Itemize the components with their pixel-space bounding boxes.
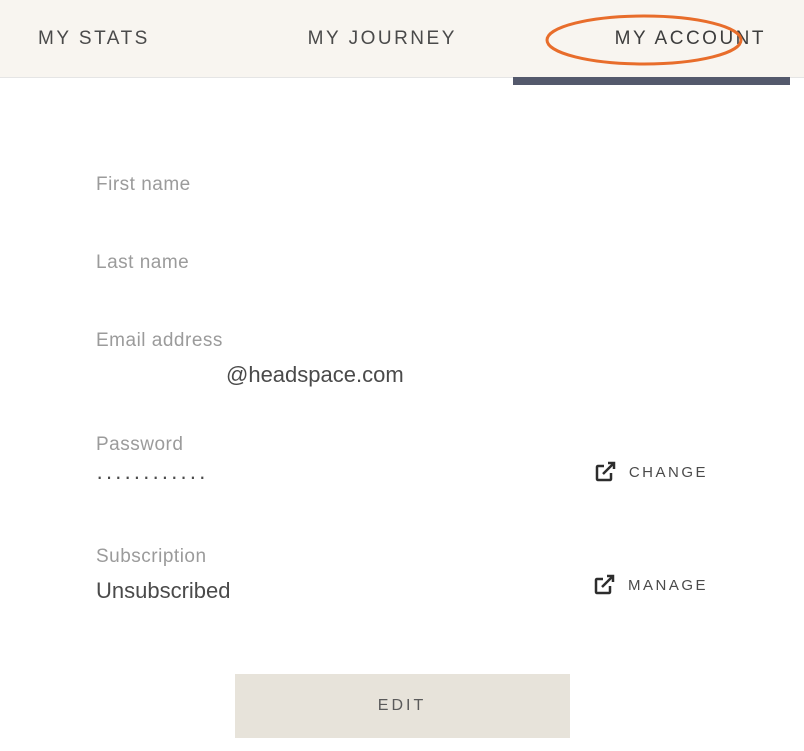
tab-my-account[interactable]: MY ACCOUNT <box>615 28 766 50</box>
top-tabs-nav: MY STATS MY JOURNEY MY ACCOUNT <box>0 0 804 78</box>
field-subscription: Subscription Unsubscribed MANAGE <box>96 546 708 604</box>
manage-label: MANAGE <box>628 577 708 594</box>
account-form: First name Last name Email address @head… <box>0 78 804 738</box>
last-name-label: Last name <box>96 252 708 274</box>
edit-button-wrapper: EDIT <box>96 674 708 738</box>
edit-button[interactable]: EDIT <box>235 674 570 738</box>
subscription-value: Unsubscribed <box>96 578 592 604</box>
field-email: Email address @headspace.com <box>96 330 708 388</box>
first-name-label: First name <box>96 174 708 196</box>
external-link-icon <box>593 460 617 484</box>
password-label: Password <box>96 434 588 456</box>
tab-my-stats[interactable]: MY STATS <box>38 28 150 50</box>
field-password: Password ············ CHANGE <box>96 434 708 490</box>
change-label: CHANGE <box>629 464 708 481</box>
password-value: ············ <box>96 464 588 490</box>
manage-subscription-link[interactable]: MANAGE <box>592 573 708 597</box>
field-first-name: First name <box>96 174 708 196</box>
active-tab-underline <box>513 77 790 85</box>
change-password-link[interactable]: CHANGE <box>593 460 708 484</box>
external-link-icon <box>592 573 616 597</box>
subscription-label: Subscription <box>96 546 592 568</box>
field-last-name: Last name <box>96 252 708 274</box>
email-label: Email address <box>96 330 708 352</box>
email-value: @headspace.com <box>96 362 708 388</box>
tab-my-journey[interactable]: MY JOURNEY <box>308 28 457 50</box>
